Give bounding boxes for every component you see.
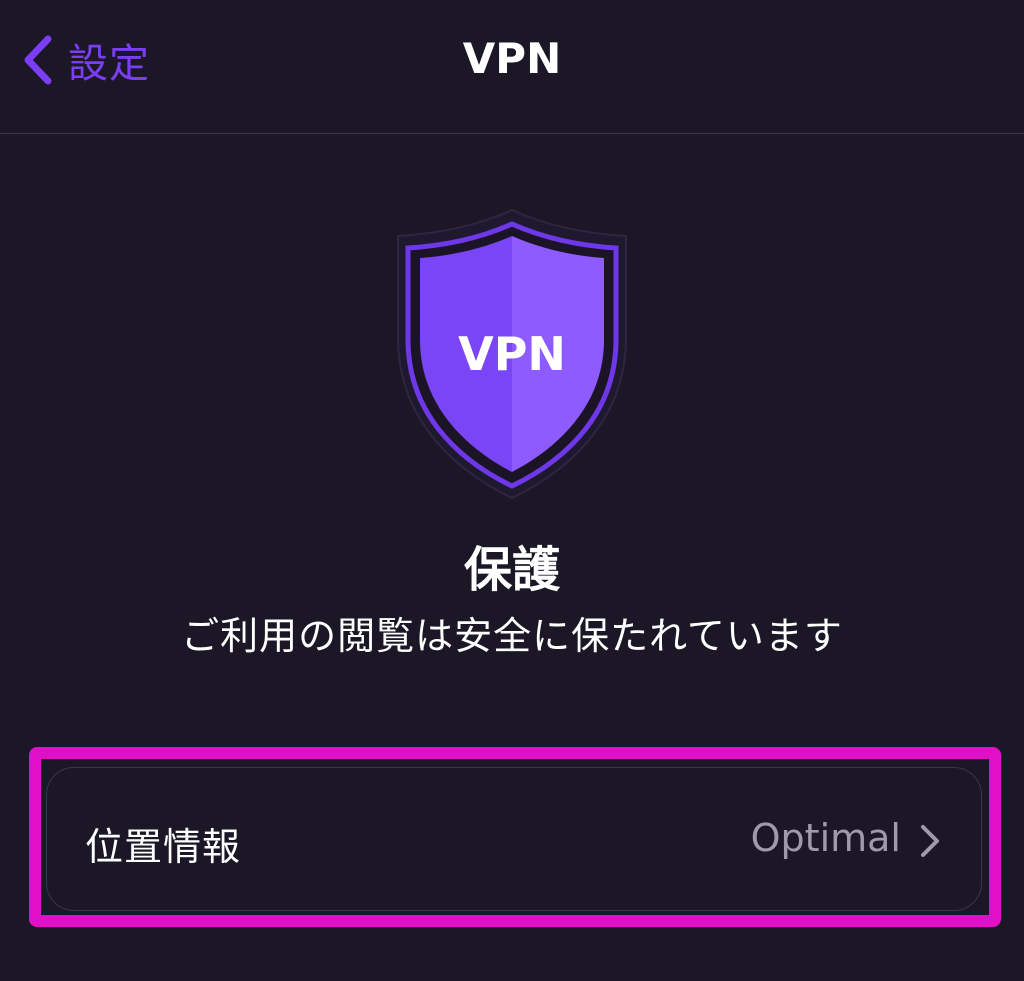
- shield-icon: VPN: [392, 206, 632, 502]
- navigation-bar: 設定 VPN: [0, 0, 1024, 134]
- page-title: VPN: [462, 34, 562, 83]
- status-subtitle: ご利用の閲覧は安全に保たれています: [181, 614, 843, 658]
- shield-label: VPN: [458, 327, 566, 381]
- location-row[interactable]: 位置情報 Optimal: [46, 767, 982, 911]
- location-value: Optimal: [750, 816, 901, 860]
- location-label: 位置情報: [85, 825, 242, 869]
- vpn-screen: 設定 VPN VPN 保護 ご利用の閲覧は安全に保たれています 位置情報 Opt…: [0, 0, 1024, 981]
- status-title: 保護: [463, 542, 560, 598]
- chevron-right-icon: [919, 824, 941, 862]
